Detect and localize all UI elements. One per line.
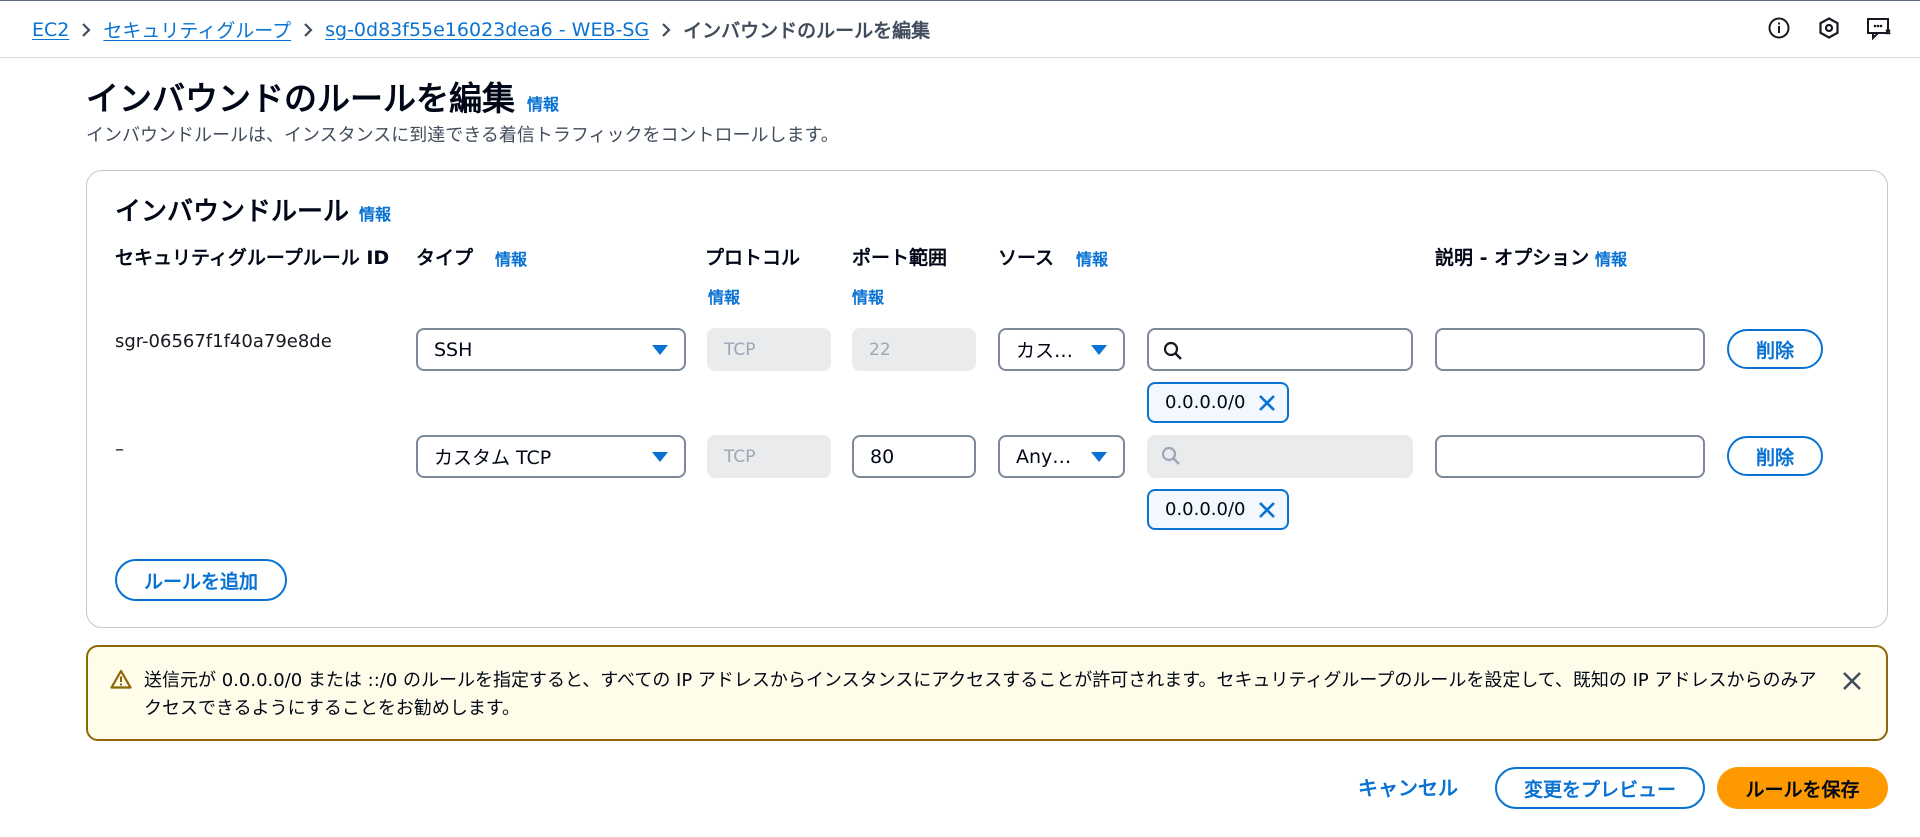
warning-icon — [110, 669, 132, 693]
feedback-icon[interactable] — [1866, 15, 1892, 41]
source-type-value: カス… — [1016, 340, 1074, 362]
protocol-field: TCP — [707, 435, 831, 478]
column-header-type: タイプ — [416, 247, 474, 269]
info-link[interactable]: 情報 — [359, 201, 391, 225]
warning-text: 送信元が 0.0.0.0/0 または ::/0 のルールを指定すると、すべての … — [144, 670, 1817, 719]
source-type-value: Any… — [1016, 445, 1072, 468]
dismiss-icon[interactable] — [1257, 500, 1277, 520]
info-circle-icon[interactable] — [1766, 15, 1792, 41]
column-header-port-range: ポート範囲 — [852, 247, 948, 269]
column-header-description: 説明 - オプション — [1435, 247, 1590, 269]
column-header-protocol: プロトコル — [705, 247, 801, 269]
source-token: 0.0.0.0/0 — [1147, 489, 1289, 530]
source-info-link[interactable]: 情報 — [1076, 246, 1108, 270]
breadcrumb-security-group-link[interactable]: sg-0d83f55e16023dea6 - WEB-SG — [325, 19, 649, 41]
source-search-input[interactable] — [1147, 328, 1413, 371]
source-token-label: 0.0.0.0/0 — [1165, 392, 1246, 413]
source-search-input — [1147, 435, 1413, 478]
panel-header: インバウンドルール 情報 — [115, 191, 391, 228]
add-rule-button[interactable]: ルールを追加 — [115, 559, 287, 601]
dropdown-caret-icon — [1091, 452, 1107, 462]
breadcrumb-security-groups-link[interactable]: セキュリティグループ — [103, 16, 291, 43]
search-icon — [1161, 446, 1181, 470]
breadcrumb-current: インバウンドのルールを編集 — [683, 20, 931, 42]
source-type-select[interactable]: カス… — [998, 328, 1125, 371]
type-select-value: カスタム TCP — [434, 447, 552, 469]
preview-changes-button[interactable]: 変更をプレビュー — [1495, 767, 1705, 809]
port-range-info-link[interactable]: 情報 — [852, 284, 884, 308]
dismiss-icon[interactable] — [1257, 393, 1277, 413]
cancel-button[interactable]: キャンセル — [1358, 772, 1458, 801]
type-select[interactable]: カスタム TCP — [416, 435, 686, 478]
port-range-value: 80 — [870, 445, 895, 468]
type-info-link[interactable]: 情報 — [495, 246, 527, 270]
page-title: インバウンドのルールを編集 — [86, 79, 515, 118]
chevron-right-icon — [291, 20, 325, 40]
protocol-info-link[interactable]: 情報 — [708, 284, 740, 308]
panel-title: インバウンドルール — [115, 197, 350, 227]
protocol-field: TCP — [707, 328, 831, 371]
close-icon[interactable] — [1842, 671, 1862, 695]
column-header-rule-id: セキュリティグループルール ID — [115, 247, 390, 269]
column-header-source: ソース — [998, 247, 1055, 269]
settings-hexagon-icon[interactable] — [1816, 15, 1842, 41]
dropdown-caret-icon — [652, 452, 668, 462]
type-select[interactable]: SSH — [416, 328, 686, 371]
search-icon — [1163, 341, 1183, 365]
dropdown-caret-icon — [652, 345, 668, 355]
top-bar: EC2 セキュリティグループ sg-0d83f55e16023dea6 - WE… — [0, 0, 1920, 58]
port-range-input[interactable]: 80 — [852, 435, 976, 478]
rule-id: sgr-06567f1f40a79e8de — [115, 331, 332, 352]
warning-alert: 送信元が 0.0.0.0/0 または ::/0 のルールを指定すると、すべての … — [86, 645, 1888, 741]
breadcrumb-ec2-link[interactable]: EC2 — [32, 19, 69, 41]
delete-button[interactable]: 削除 — [1727, 436, 1823, 476]
page-header: インバウンドのルールを編集 情報 — [86, 72, 559, 120]
source-token-label: 0.0.0.0/0 — [1165, 499, 1246, 520]
source-type-select[interactable]: Any… — [998, 435, 1125, 478]
type-select-value: SSH — [434, 338, 473, 361]
source-token: 0.0.0.0/0 — [1147, 382, 1289, 423]
page-description: インバウンドルールは、インスタンスに到達できる着信トラフィックをコントロールしま… — [86, 125, 839, 146]
chevron-right-icon — [649, 20, 683, 40]
description-input[interactable] — [1435, 435, 1705, 478]
save-rules-button[interactable]: ルールを保存 — [1717, 767, 1888, 809]
description-input[interactable] — [1435, 328, 1705, 371]
dropdown-caret-icon — [1091, 345, 1107, 355]
rule-id: – — [115, 439, 124, 460]
delete-button[interactable]: 削除 — [1727, 329, 1823, 369]
chevron-right-icon — [69, 20, 103, 40]
description-info-link[interactable]: 情報 — [1595, 246, 1627, 270]
top-icons — [1766, 15, 1892, 41]
breadcrumb: EC2 セキュリティグループ sg-0d83f55e16023dea6 - WE… — [32, 16, 930, 43]
port-range-field: 22 — [852, 328, 976, 371]
inbound-rules-panel: インバウンドルール 情報 セキュリティグループルール ID タイプ 情報 プロト… — [86, 170, 1888, 628]
info-link[interactable]: 情報 — [527, 91, 559, 115]
